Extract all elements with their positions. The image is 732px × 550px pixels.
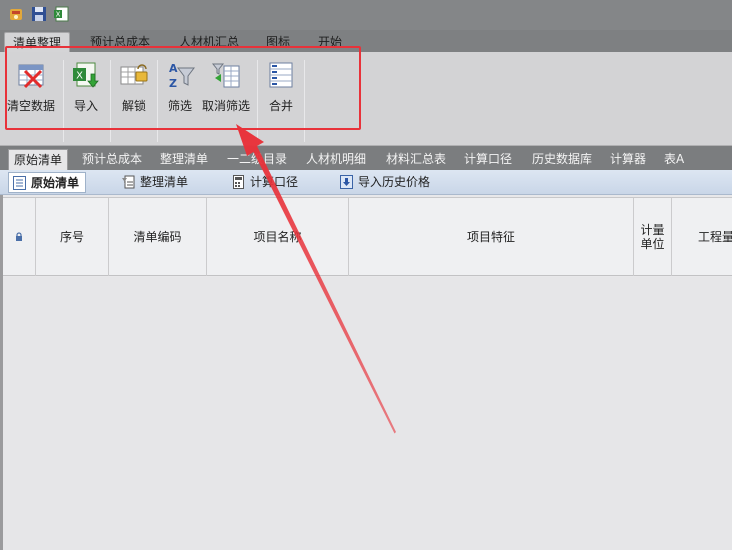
row-lock-header[interactable] (3, 198, 36, 276)
import-label: 导入 (73, 99, 98, 113)
ribbon-tab-rencaiji[interactable]: 人材机汇总 (171, 32, 247, 52)
lock-icon (16, 232, 22, 241)
sheet-tab-jisuanqi[interactable]: 计算器 (605, 149, 651, 170)
import-history-icon (340, 175, 353, 189)
title-bar: X (0, 0, 732, 30)
excel-icon[interactable]: X (53, 6, 69, 22)
ribbon-tab-yuji[interactable]: 预计总成本 (82, 32, 158, 52)
column-header-gongchengliang[interactable]: 工程量 (672, 198, 732, 276)
unlock-button[interactable]: 解锁 (116, 60, 152, 120)
clear-data-icon (18, 64, 44, 89)
column-header-danwei[interactable]: 计量 单位 (634, 198, 672, 276)
merge-button[interactable]: 合并 (263, 60, 299, 120)
sheet-tab-cailiao[interactable]: 材料汇总表 (381, 149, 451, 170)
sheet-tab-rencaiji[interactable]: 人材机明细 (301, 149, 371, 170)
filter-label: 筛选 (167, 99, 192, 113)
filter-button[interactable]: A Z 筛选 (162, 60, 198, 120)
sub-tab-bar: 原始清单 整理清单 计算口径 导入历史价格 (0, 170, 732, 195)
ribbon-tab-bar: 清单整理 预计总成本 人材机汇总 图标 开始 (0, 30, 732, 52)
sheet-tab-mulu[interactable]: 一二级目录 (222, 149, 292, 170)
merge-icon (269, 62, 293, 88)
subtab-koujing-label: 计算口径 (250, 175, 299, 189)
sheet-tab-koujing[interactable]: 计算口径 (459, 149, 517, 170)
calc-icon (233, 175, 244, 189)
import-button[interactable]: X 导入 (68, 60, 104, 120)
ribbon-tab-tubiao[interactable]: 图标 (258, 32, 298, 52)
unlock-icon (120, 64, 148, 85)
clear-data-label: 清空数据 (6, 99, 55, 113)
subtab-import-history-label: 导入历史价格 (358, 175, 431, 189)
subtab-koujing[interactable]: 计算口径 (228, 172, 304, 193)
cancel-filter-label: 取消筛选 (201, 99, 250, 113)
sheet-tab-lishi[interactable]: 历史数据库 (527, 149, 597, 170)
merge-label: 合并 (268, 99, 293, 113)
sheet-tab-yuji[interactable]: 预计总成本 (77, 149, 147, 170)
table-body[interactable] (3, 277, 732, 550)
save-icon[interactable] (31, 6, 47, 22)
subtab-zhengli-label: 整理清单 (140, 175, 189, 189)
organize-icon (122, 175, 135, 189)
sheet-tab-bar: 原始清单 预计总成本 整理清单 一二级目录 人材机明细 材料汇总表 计算口径 历… (0, 146, 732, 170)
list-icon (13, 176, 26, 190)
cancel-filter-button[interactable]: 取消筛选 (200, 60, 252, 120)
clear-data-button[interactable]: 清空数据 (4, 60, 58, 120)
ribbon-separator (157, 60, 158, 142)
column-header-bianma[interactable]: 清单编码 (109, 198, 207, 276)
subtab-yuanshi-label: 原始清单 (31, 176, 80, 190)
sheet-tab-yuanshi[interactable]: 原始清单 (8, 149, 69, 170)
ribbon-separator (304, 60, 305, 142)
subtab-import-history[interactable]: 导入历史价格 (336, 172, 436, 193)
app-icon[interactable] (8, 6, 24, 22)
svg-text:Z: Z (169, 77, 177, 90)
ribbon-separator (110, 60, 111, 142)
column-header-mingcheng[interactable]: 项目名称 (207, 198, 349, 276)
unlock-label: 解锁 (121, 99, 146, 113)
ribbon-tab-kaishi[interactable]: 开始 (310, 32, 350, 52)
ribbon-tab-qingdan[interactable]: 清单整理 (4, 32, 71, 52)
svg-text:A: A (169, 62, 178, 75)
sheet-tab-biao-a[interactable]: 表A (659, 149, 689, 170)
cancel-filter-icon (211, 63, 240, 88)
filter-icon: A Z (169, 62, 195, 90)
svg-text:X: X (56, 11, 61, 19)
column-header-tezheng[interactable]: 项目特征 (349, 198, 634, 276)
table-header: 序号 清单编码 项目名称 项目特征 计量 单位 工程量 (3, 197, 732, 276)
ribbon-separator (63, 60, 64, 142)
ribbon-panel: 清空数据 X 导入 解锁 A Z 筛选 取消筛选 合并 (0, 52, 732, 146)
column-header-xuhao[interactable]: 序号 (36, 198, 109, 276)
subtab-zhengli[interactable]: 整理清单 (118, 172, 194, 193)
sheet-tab-zhengli[interactable]: 整理清单 (155, 149, 213, 170)
import-icon: X (73, 62, 99, 88)
svg-text:X: X (76, 71, 83, 82)
ribbon-separator (257, 60, 258, 142)
subtab-yuanshi[interactable]: 原始清单 (8, 172, 87, 193)
